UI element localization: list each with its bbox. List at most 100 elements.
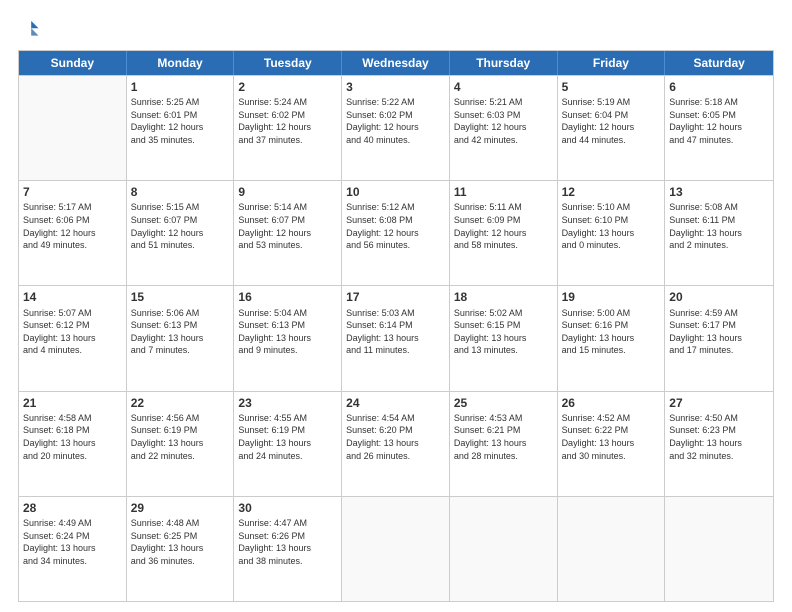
calendar-cell: 3Sunrise: 5:22 AM Sunset: 6:02 PM Daylig… <box>342 76 450 180</box>
day-info: Sunrise: 5:00 AM Sunset: 6:16 PM Dayligh… <box>562 307 661 357</box>
day-number: 4 <box>454 79 553 95</box>
day-info: Sunrise: 5:21 AM Sunset: 6:03 PM Dayligh… <box>454 96 553 146</box>
day-info: Sunrise: 5:10 AM Sunset: 6:10 PM Dayligh… <box>562 201 661 251</box>
day-info: Sunrise: 5:19 AM Sunset: 6:04 PM Dayligh… <box>562 96 661 146</box>
calendar-cell: 1Sunrise: 5:25 AM Sunset: 6:01 PM Daylig… <box>127 76 235 180</box>
calendar-cell: 18 Sunrise: 5:02 AM Sunset: 6:15 PM Dayli… <box>450 286 558 390</box>
calendar-header: SundayMondayTuesdayWednesdayThursdayFrid… <box>19 51 773 75</box>
calendar-cell: 11Sunrise: 5:11 AM Sunset: 6:09 PM Dayli… <box>450 181 558 285</box>
calendar-cell: 14 Sunrise: 5:07 AM Sunset: 6:12 PM Dayli… <box>19 286 127 390</box>
calendar-cell: 4Sunrise: 5:21 AM Sunset: 6:03 PM Daylig… <box>450 76 558 180</box>
day-number: 8 <box>131 184 230 200</box>
day-info: Sunrise: 4:48 AM Sunset: 6:25 PM Dayligh… <box>131 517 230 567</box>
day-number: 5 <box>562 79 661 95</box>
day-number: 6 <box>669 79 769 95</box>
day-header-friday: Friday <box>558 51 666 75</box>
calendar-cell: 9Sunrise: 5:14 AM Sunset: 6:07 PM Daylig… <box>234 181 342 285</box>
day-number: 30 <box>238 500 337 516</box>
day-number: 3 <box>346 79 445 95</box>
day-info: Sunrise: 5:24 AM Sunset: 6:02 PM Dayligh… <box>238 96 337 146</box>
day-info: Sunrise: 5:15 AM Sunset: 6:07 PM Dayligh… <box>131 201 230 251</box>
day-number: 16 <box>238 289 337 305</box>
day-number: 27 <box>669 395 769 411</box>
calendar-cell: 27Sunrise: 4:50 AM Sunset: 6:23 PM Dayli… <box>665 392 773 496</box>
day-number: 26 <box>562 395 661 411</box>
calendar: SundayMondayTuesdayWednesdayThursdayFrid… <box>18 50 774 602</box>
day-number: 15 <box>131 289 230 305</box>
day-info: Sunrise: 5:02 AM Sunset: 6:15 PM Dayligh… <box>454 307 553 357</box>
day-info: Sunrise: 4:49 AM Sunset: 6:24 PM Dayligh… <box>23 517 122 567</box>
calendar-cell: 5Sunrise: 5:19 AM Sunset: 6:04 PM Daylig… <box>558 76 666 180</box>
day-info: Sunrise: 5:14 AM Sunset: 6:07 PM Dayligh… <box>238 201 337 251</box>
page: SundayMondayTuesdayWednesdayThursdayFrid… <box>0 0 792 612</box>
day-number: 11 <box>454 184 553 200</box>
day-info: Sunrise: 4:50 AM Sunset: 6:23 PM Dayligh… <box>669 412 769 462</box>
day-number: 14 <box>23 289 122 305</box>
day-number: 29 <box>131 500 230 516</box>
day-header-wednesday: Wednesday <box>342 51 450 75</box>
day-number: 12 <box>562 184 661 200</box>
calendar-cell: 25Sunrise: 4:53 AM Sunset: 6:21 PM Dayli… <box>450 392 558 496</box>
calendar-body: 1Sunrise: 5:25 AM Sunset: 6:01 PM Daylig… <box>19 75 773 601</box>
day-number: 18 <box>454 289 553 305</box>
calendar-cell: 28Sunrise: 4:49 AM Sunset: 6:24 PM Dayli… <box>19 497 127 601</box>
logo <box>18 18 44 40</box>
calendar-cell: 16 Sunrise: 5:04 AM Sunset: 6:13 PM Dayli… <box>234 286 342 390</box>
day-number: 24 <box>346 395 445 411</box>
calendar-week-1: 1Sunrise: 5:25 AM Sunset: 6:01 PM Daylig… <box>19 75 773 180</box>
day-number: 7 <box>23 184 122 200</box>
day-info: Sunrise: 4:53 AM Sunset: 6:21 PM Dayligh… <box>454 412 553 462</box>
day-header-saturday: Saturday <box>665 51 773 75</box>
day-info: Sunrise: 4:55 AM Sunset: 6:19 PM Dayligh… <box>238 412 337 462</box>
calendar-cell: 21Sunrise: 4:58 AM Sunset: 6:18 PM Dayli… <box>19 392 127 496</box>
calendar-week-5: 28Sunrise: 4:49 AM Sunset: 6:24 PM Dayli… <box>19 496 773 601</box>
day-info: Sunrise: 4:56 AM Sunset: 6:19 PM Dayligh… <box>131 412 230 462</box>
day-number: 28 <box>23 500 122 516</box>
day-info: Sunrise: 5:11 AM Sunset: 6:09 PM Dayligh… <box>454 201 553 251</box>
calendar-cell: 12Sunrise: 5:10 AM Sunset: 6:10 PM Dayli… <box>558 181 666 285</box>
day-number: 22 <box>131 395 230 411</box>
calendar-cell: 6Sunrise: 5:18 AM Sunset: 6:05 PM Daylig… <box>665 76 773 180</box>
day-info: Sunrise: 5:18 AM Sunset: 6:05 PM Dayligh… <box>669 96 769 146</box>
day-number: 9 <box>238 184 337 200</box>
day-number: 2 <box>238 79 337 95</box>
day-header-tuesday: Tuesday <box>234 51 342 75</box>
day-info: Sunrise: 5:03 AM Sunset: 6:14 PM Dayligh… <box>346 307 445 357</box>
day-info: Sunrise: 4:54 AM Sunset: 6:20 PM Dayligh… <box>346 412 445 462</box>
calendar-week-4: 21Sunrise: 4:58 AM Sunset: 6:18 PM Dayli… <box>19 391 773 496</box>
calendar-week-3: 14 Sunrise: 5:07 AM Sunset: 6:12 PM Dayli… <box>19 285 773 390</box>
calendar-cell: 15 Sunrise: 5:06 AM Sunset: 6:13 PM Dayli… <box>127 286 235 390</box>
day-info: Sunrise: 5:22 AM Sunset: 6:02 PM Dayligh… <box>346 96 445 146</box>
calendar-cell: 7Sunrise: 5:17 AM Sunset: 6:06 PM Daylig… <box>19 181 127 285</box>
calendar-cell <box>665 497 773 601</box>
day-info: Sunrise: 5:17 AM Sunset: 6:06 PM Dayligh… <box>23 201 122 251</box>
calendar-cell <box>558 497 666 601</box>
day-number: 23 <box>238 395 337 411</box>
calendar-cell: 2Sunrise: 5:24 AM Sunset: 6:02 PM Daylig… <box>234 76 342 180</box>
day-info: Sunrise: 4:47 AM Sunset: 6:26 PM Dayligh… <box>238 517 337 567</box>
day-number: 21 <box>23 395 122 411</box>
calendar-cell: 17 Sunrise: 5:03 AM Sunset: 6:14 PM Dayli… <box>342 286 450 390</box>
calendar-cell <box>19 76 127 180</box>
calendar-cell <box>342 497 450 601</box>
calendar-cell: 22Sunrise: 4:56 AM Sunset: 6:19 PM Dayli… <box>127 392 235 496</box>
day-info: Sunrise: 5:12 AM Sunset: 6:08 PM Dayligh… <box>346 201 445 251</box>
day-info: Sunrise: 4:58 AM Sunset: 6:18 PM Dayligh… <box>23 412 122 462</box>
day-number: 19 <box>562 289 661 305</box>
day-info: Sunrise: 5:06 AM Sunset: 6:13 PM Dayligh… <box>131 307 230 357</box>
calendar-cell: 13Sunrise: 5:08 AM Sunset: 6:11 PM Dayli… <box>665 181 773 285</box>
calendar-cell: 24Sunrise: 4:54 AM Sunset: 6:20 PM Dayli… <box>342 392 450 496</box>
day-info: Sunrise: 5:08 AM Sunset: 6:11 PM Dayligh… <box>669 201 769 251</box>
day-header-sunday: Sunday <box>19 51 127 75</box>
logo-icon <box>18 18 40 40</box>
calendar-cell: 23Sunrise: 4:55 AM Sunset: 6:19 PM Dayli… <box>234 392 342 496</box>
header <box>18 18 774 40</box>
day-info: Sunrise: 5:04 AM Sunset: 6:13 PM Dayligh… <box>238 307 337 357</box>
day-number: 10 <box>346 184 445 200</box>
day-number: 17 <box>346 289 445 305</box>
day-number: 1 <box>131 79 230 95</box>
day-info: Sunrise: 5:07 AM Sunset: 6:12 PM Dayligh… <box>23 307 122 357</box>
calendar-cell: 19 Sunrise: 5:00 AM Sunset: 6:16 PM Dayli… <box>558 286 666 390</box>
day-number: 13 <box>669 184 769 200</box>
calendar-cell: 20Sunrise: 4:59 AM Sunset: 6:17 PM Dayli… <box>665 286 773 390</box>
